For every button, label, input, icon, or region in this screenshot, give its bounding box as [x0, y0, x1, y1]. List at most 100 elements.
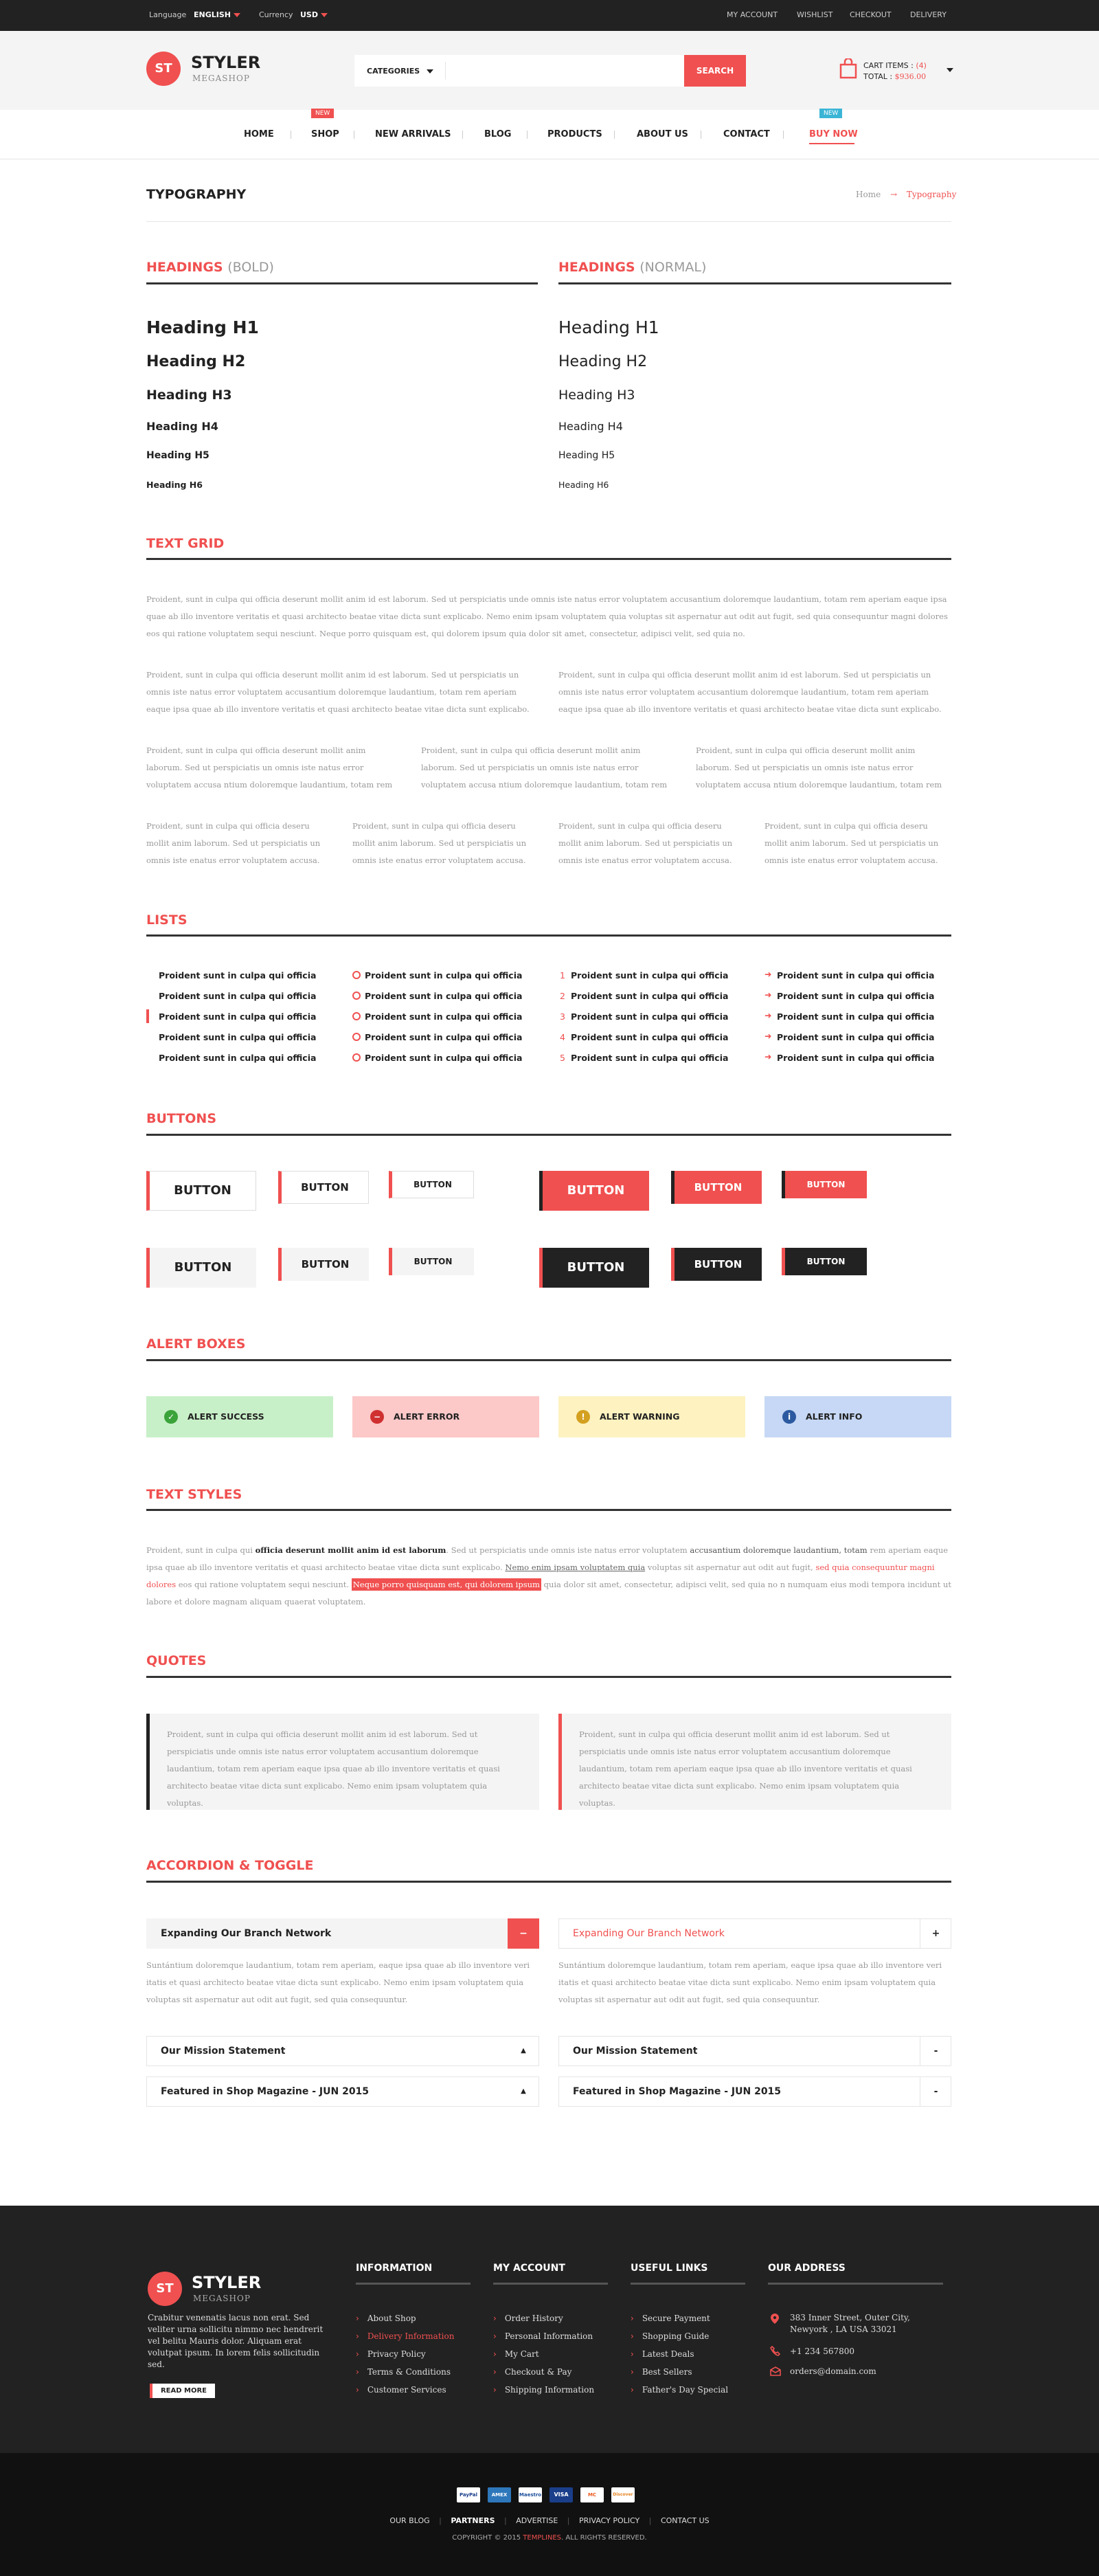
plus-icon[interactable]: +	[920, 1918, 951, 1949]
footer-link[interactable]: › Father's Day Special	[631, 2385, 728, 2395]
footer-link[interactable]: › Secure Payment	[631, 2314, 710, 2323]
button-medium-outline[interactable]: BUTTON	[278, 1171, 369, 1204]
dash-icon[interactable]: -	[920, 2076, 951, 2107]
active-underline	[809, 143, 854, 144]
footer-link-advertise[interactable]: ADVERTISE	[516, 2516, 558, 2525]
footer-link[interactable]: › My Cart	[493, 2349, 539, 2359]
button-medium-grey[interactable]: BUTTON	[278, 1248, 369, 1281]
button-large-red[interactable]: BUTTON	[539, 1171, 649, 1211]
search-input[interactable]	[451, 59, 615, 82]
nav-item-about-us[interactable]: ABOUT US	[637, 129, 688, 139]
mail-icon	[770, 2366, 781, 2379]
chevron-down-icon[interactable]	[947, 68, 953, 72]
footer-link[interactable]: › Shipping Information	[493, 2385, 594, 2395]
button-small-outline[interactable]: BUTTON	[389, 1171, 474, 1198]
headings-bold-title: HEADINGS (BOLD)	[146, 260, 274, 275]
blockquote-red: Proident, sunt in culpa qui officia dese…	[558, 1714, 951, 1810]
text-grid-third: Proident, sunt in culpa qui officia dese…	[696, 746, 942, 789]
footer-account-title: MY ACCOUNT	[493, 2263, 565, 2274]
chevron-up-icon[interactable]: ▲	[508, 2076, 539, 2107]
heading-h4-normal: Heading H4	[558, 420, 623, 433]
wishlist-link[interactable]: WISHLIST	[797, 10, 832, 19]
quote-text: Proident, sunt in culpa qui officia dese…	[579, 1729, 912, 1808]
footer-link[interactable]: › Customer Services	[356, 2385, 446, 2395]
section-line	[146, 1676, 951, 1678]
cart-icon[interactable]	[839, 57, 857, 79]
nav-divider	[527, 131, 528, 139]
footer-link[interactable]: › Delivery Information	[356, 2331, 454, 2341]
language-select[interactable]: ENGLISH	[194, 10, 240, 19]
my-account-link[interactable]: MY ACCOUNT	[727, 10, 778, 19]
breadcrumb-home[interactable]: Home	[856, 190, 881, 199]
nav-item-shop[interactable]: SHOP	[311, 129, 339, 139]
footer-link[interactable]: › Best Sellers	[631, 2367, 692, 2377]
footer-link[interactable]: › Checkout & Pay	[493, 2367, 571, 2377]
footer-phone[interactable]: +1 234 567800	[790, 2347, 854, 2356]
section-line	[558, 282, 951, 284]
heading-h6-bold: Heading H6	[146, 480, 203, 490]
toggle-header-expanded[interactable]: Expanding Our Branch Network +	[558, 1918, 951, 1949]
delivery-link[interactable]: DELIVERY	[910, 10, 947, 19]
currency-label: Currency	[259, 10, 293, 19]
footer-link[interactable]: › Latest Deals	[631, 2349, 694, 2359]
footer-logo-name[interactable]: STYLER	[192, 2273, 261, 2292]
nav-item-home[interactable]: HOME	[244, 129, 274, 139]
button-large-outline[interactable]: BUTTON	[146, 1171, 256, 1211]
footer-link[interactable]: › Privacy Policy	[356, 2349, 426, 2359]
button-medium-red[interactable]: BUTTON	[671, 1171, 762, 1204]
heading-h2-normal: Heading H2	[558, 353, 648, 370]
footer-info-title: INFORMATION	[356, 2263, 433, 2274]
nav-item-contact[interactable]: CONTACT	[723, 129, 770, 139]
footer-link-contact[interactable]: CONTACT US	[661, 2516, 710, 2525]
chevron-up-icon[interactable]: ▲	[508, 2036, 539, 2066]
list-number: 5	[560, 1053, 565, 1063]
button-small-red[interactable]: BUTTON	[782, 1171, 867, 1198]
mastercard-icon: MC	[580, 2487, 604, 2502]
footer-link[interactable]: › About Shop	[356, 2314, 416, 2323]
chevron-right-icon: ›	[493, 2314, 497, 2323]
header: ST STYLER MEGASHOP CATEGORIES SEARCH CAR…	[0, 31, 1099, 110]
logo-mark[interactable]: ST	[146, 52, 181, 86]
cart-items[interactable]: CART ITEMS : (4)	[863, 61, 927, 70]
button-small-grey[interactable]: BUTTON	[389, 1248, 474, 1275]
button-large-grey[interactable]: BUTTON	[146, 1248, 256, 1288]
section-line	[146, 934, 951, 937]
read-more-button[interactable]: READ MORE	[150, 2384, 215, 2398]
nav-item-buy-now[interactable]: BUY NOW	[809, 129, 858, 139]
brand-link[interactable]: TEMPLINES	[523, 2534, 561, 2542]
checkout-link[interactable]: CHECKOUT	[850, 10, 892, 19]
footer-link-partners[interactable]: PARTNERS	[451, 2516, 495, 2525]
search-button[interactable]: SEARCH	[684, 55, 746, 87]
currency-select[interactable]: USD	[300, 10, 328, 19]
nav-item-blog[interactable]: BLOG	[484, 129, 511, 139]
accordion-header[interactable]: Featured in Shop Magazine - JUN 2015 ▲	[146, 2076, 539, 2107]
categories-select[interactable]: CATEGORIES	[367, 67, 434, 76]
footer-email[interactable]: orders@domain.com	[790, 2366, 876, 2376]
footer-link[interactable]: › Order History	[493, 2314, 563, 2323]
footer-link-blog[interactable]: OUR BLOG	[389, 2516, 429, 2525]
footer-link-privacy[interactable]: PRIVACY POLICY	[579, 2516, 639, 2525]
info-icon: i	[782, 1410, 796, 1424]
logo-name[interactable]: STYLER	[191, 53, 260, 72]
footer-logo-mark[interactable]: ST	[148, 2272, 182, 2306]
breadcrumb-current: Typography	[906, 190, 957, 199]
minus-icon[interactable]: −	[508, 1918, 539, 1949]
toggle-body: Suntántium doloremque laudantium, totam …	[558, 1960, 942, 2004]
accordion-header-expanded[interactable]: Expanding Our Branch Network −	[146, 1918, 539, 1949]
search-bar: CATEGORIES	[354, 55, 684, 87]
section-line	[146, 282, 538, 284]
accordion-header[interactable]: Our Mission Statement ▲	[146, 2036, 539, 2066]
blockquote-dark: Proident, sunt in culpa qui officia dese…	[146, 1714, 539, 1810]
nav-item-new-arrivals[interactable]: NEW ARRIVALS	[375, 129, 451, 139]
toggle-header[interactable]: Featured in Shop Magazine - JUN 2015 -	[558, 2076, 951, 2107]
footer-link[interactable]: › Shopping Guide	[631, 2331, 709, 2341]
footer-link[interactable]: › Personal Information	[493, 2331, 593, 2341]
toggle-header[interactable]: Our Mission Statement -	[558, 2036, 951, 2066]
button-medium-dark[interactable]: BUTTON	[671, 1248, 762, 1281]
footer-link[interactable]: › Terms & Conditions	[356, 2367, 451, 2377]
button-large-dark[interactable]: BUTTON	[539, 1248, 649, 1288]
dash-icon[interactable]: -	[920, 2036, 951, 2066]
button-small-dark[interactable]: BUTTON	[782, 1248, 867, 1275]
cart-total[interactable]: TOTAL : $936.00	[863, 72, 926, 81]
nav-item-products[interactable]: PRODUCTS	[547, 129, 602, 139]
